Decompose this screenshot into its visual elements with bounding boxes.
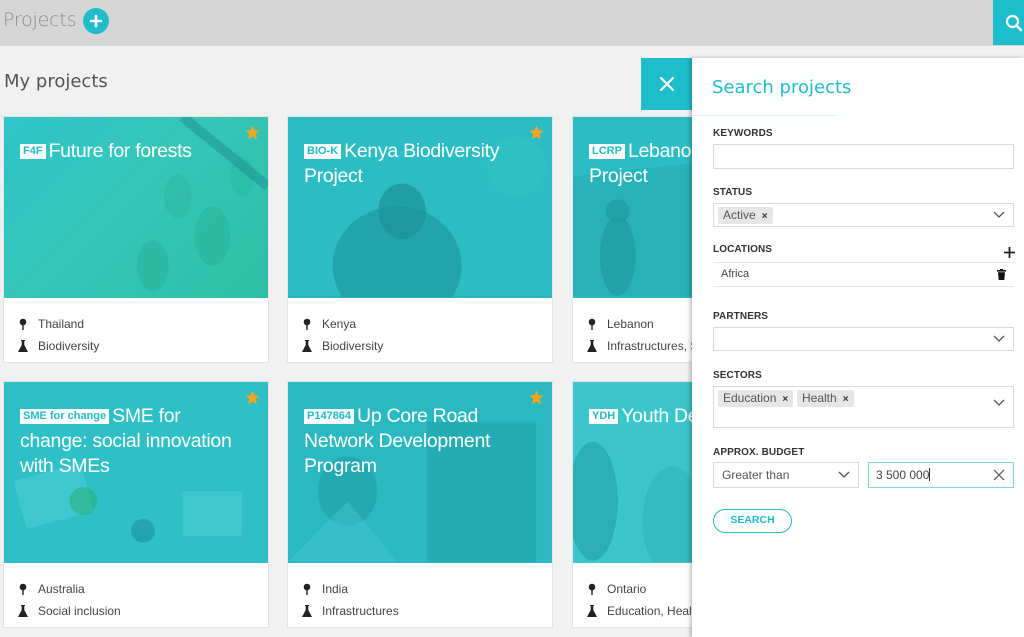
top-bar: Projects <box>0 0 1024 46</box>
status-select[interactable]: Active × <box>713 203 1014 227</box>
project-acronym: F4F <box>20 144 46 159</box>
project-acronym: LCRP <box>589 144 625 159</box>
project-acronym: BIO-K <box>304 144 342 159</box>
map-pin-icon <box>303 583 311 595</box>
chevron-down-icon <box>838 471 850 478</box>
keywords-label: KEYWORDS <box>713 128 773 139</box>
close-search-button[interactable] <box>641 58 692 110</box>
location-item: Africa <box>713 262 1014 287</box>
app-title: Projects <box>3 9 77 31</box>
add-location-icon[interactable] <box>1004 247 1015 258</box>
sector-tag: Health × <box>797 390 854 407</box>
close-icon <box>659 76 674 92</box>
project-location: India <box>302 578 544 600</box>
map-pin-icon <box>588 583 596 595</box>
map-pin-icon <box>19 318 27 330</box>
project-sector: Biodiversity <box>302 335 544 357</box>
project-sector: Biodiversity <box>18 335 260 357</box>
project-card[interactable]: SME for change SME for change: social inn… <box>3 381 269 628</box>
project-acronym: SME for change <box>20 409 110 424</box>
section-title: My projects <box>4 71 108 92</box>
status-tag: Active × <box>718 207 773 224</box>
remove-tag-icon[interactable]: × <box>843 394 849 405</box>
remove-tag-icon[interactable]: × <box>762 211 768 222</box>
flask-icon <box>18 340 28 352</box>
project-card[interactable]: F4F Future for forests Thailand Biodivers… <box>3 116 269 363</box>
sector-tag: Education × <box>718 390 794 407</box>
budget-value-input[interactable]: 3 500 000 <box>868 462 1014 488</box>
flask-icon <box>18 605 28 617</box>
chevron-down-icon <box>993 335 1005 342</box>
partners-label: PARTNERS <box>713 311 769 322</box>
partners-select[interactable] <box>713 327 1014 351</box>
project-title: F4F Future for forests <box>20 139 238 164</box>
keywords-input[interactable] <box>713 144 1014 169</box>
project-title: BIO-K Kenya Biodiversity Project <box>304 140 500 187</box>
project-acronym: YDH <box>589 409 619 424</box>
budget-label: APPROX. BUDGET <box>713 447 805 458</box>
project-sector: Infrastructures <box>302 600 544 622</box>
project-location: Thailand <box>18 313 260 335</box>
map-pin-icon <box>588 318 596 330</box>
project-sector: Social inclusion <box>18 600 260 622</box>
divider <box>692 115 837 116</box>
budget-operator-select[interactable]: Greater than <box>713 462 859 488</box>
search-button[interactable]: SEARCH <box>713 509 792 533</box>
search-panel-title: Search projects <box>712 77 852 98</box>
star-icon[interactable] <box>244 124 261 141</box>
project-title: P147864 Up Core Road Network Development … <box>304 405 491 477</box>
project-card[interactable]: P147864 Up Core Road Network Development … <box>287 381 553 628</box>
remove-tag-icon[interactable]: × <box>782 394 788 405</box>
status-label: STATUS <box>713 187 753 198</box>
search-icon <box>1005 14 1022 31</box>
flask-icon <box>587 605 597 617</box>
star-icon[interactable] <box>528 124 545 141</box>
flask-icon <box>587 340 597 352</box>
map-pin-icon <box>303 318 311 330</box>
plus-icon <box>89 14 103 28</box>
flask-icon <box>302 340 312 352</box>
project-location: Kenya <box>302 313 544 335</box>
chevron-down-icon <box>993 399 1005 406</box>
sectors-select[interactable]: Education × Health × <box>713 386 1014 428</box>
text-caret <box>929 468 931 481</box>
locations-label: LOCATIONS <box>713 244 773 255</box>
star-icon[interactable] <box>528 389 545 406</box>
chevron-down-icon <box>993 211 1005 218</box>
trash-icon[interactable] <box>997 269 1006 280</box>
project-title: SME for change SME for change: social inn… <box>20 405 232 477</box>
clear-icon[interactable] <box>993 469 1005 481</box>
star-icon[interactable] <box>244 389 261 406</box>
project-card[interactable]: BIO-K Kenya Biodiversity Project Kenya Bi… <box>287 116 553 363</box>
search-panel: Search projects KEYWORDS STATUS Active × … <box>692 58 1024 637</box>
search-toggle-button[interactable] <box>993 0 1024 45</box>
flask-icon <box>302 605 312 617</box>
sectors-label: SECTORS <box>713 370 762 381</box>
project-location: Australia <box>18 578 260 600</box>
project-acronym: P147864 <box>304 409 355 424</box>
add-project-button[interactable] <box>83 8 109 34</box>
map-pin-icon <box>19 583 27 595</box>
